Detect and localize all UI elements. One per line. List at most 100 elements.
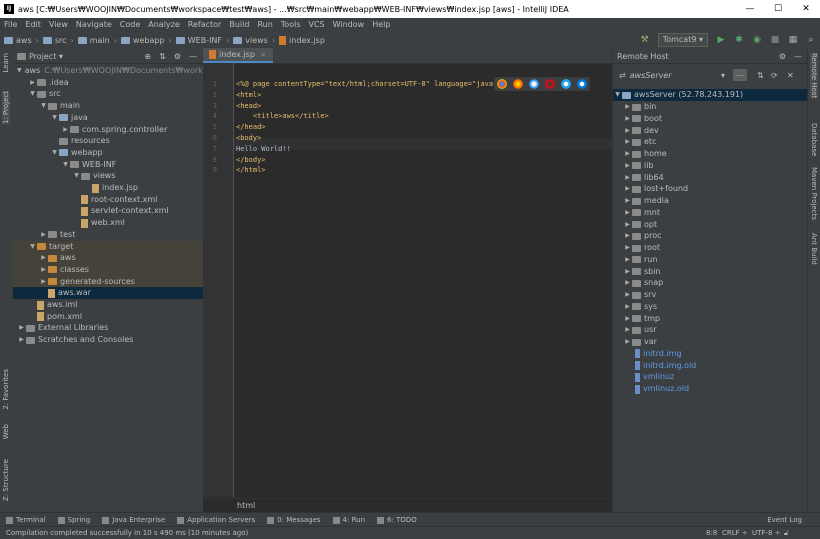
tool-application-servers[interactable]: Application Servers (177, 516, 255, 524)
expand-down-icon[interactable]: ▼ (39, 100, 48, 112)
remote-folder[interactable]: ▶ var (613, 336, 808, 348)
close-icon[interactable]: ✕ (787, 71, 794, 80)
expand-down-icon[interactable]: ▼ (17, 65, 22, 77)
tree-item[interactable]: ▶ com.spring.controller (13, 124, 203, 136)
structure-tab[interactable]: Z: Structure (2, 459, 10, 501)
remote-folder[interactable]: ▶ dev (613, 125, 808, 137)
breadcrumb-item[interactable]: main › (77, 36, 121, 45)
remote-folder[interactable]: ▶ root (613, 242, 808, 254)
expand-down-icon[interactable]: ▼ (613, 89, 622, 101)
learn-tab[interactable]: Learn (2, 53, 10, 73)
chrome-icon[interactable] (497, 79, 507, 89)
remote-folder[interactable]: ▶ etc (613, 136, 808, 148)
chevron-right-icon[interactable]: ▶ (623, 254, 632, 266)
chevron-right-icon[interactable]: ▶ (39, 276, 48, 288)
line-separator[interactable]: CRLF ÷ (722, 529, 748, 537)
tree-item[interactable]: ▼ java (13, 112, 203, 124)
code-line[interactable]: <body> (236, 134, 261, 142)
web-tab[interactable]: Web (2, 424, 10, 439)
tool-spring[interactable]: Spring (57, 516, 90, 524)
remote-folder[interactable]: ▶ boot (613, 113, 808, 125)
menu-window[interactable]: Window (329, 20, 369, 29)
chevron-right-icon[interactable]: ▶ (623, 207, 632, 219)
chevron-right-icon[interactable]: ▶ (623, 101, 632, 113)
tree-item[interactable]: ▶ test (13, 229, 203, 241)
remote-root[interactable]: ▼ awsServer (52.78.243.191) (613, 89, 808, 101)
opera-icon[interactable] (545, 79, 555, 89)
code-line[interactable]: <title>aws</title> (236, 112, 329, 120)
lock-icon[interactable]: 🔓︎ (784, 529, 789, 538)
safari-icon[interactable] (529, 79, 539, 89)
file-encoding[interactable]: UTF-8 ÷ (752, 529, 781, 537)
coverage-icon[interactable]: ◉ (751, 34, 763, 46)
menu-file[interactable]: File (0, 20, 21, 29)
database-tab[interactable]: Database (810, 123, 818, 156)
tree-item[interactable]: ▼ src (13, 88, 203, 100)
chevron-right-icon[interactable]: ▶ (623, 277, 632, 289)
remote-host-tab[interactable]: Remote Host (810, 53, 818, 99)
tree-item[interactable]: ▼ webapp (13, 147, 203, 159)
chevron-right-icon[interactable]: ▶ (623, 148, 632, 160)
menu-help[interactable]: Help (368, 20, 394, 29)
run-icon[interactable]: ▶ (715, 34, 727, 46)
remote-folder[interactable]: ▶ lib (613, 160, 808, 172)
remote-folder[interactable]: ▶ tmp (613, 313, 808, 325)
project-structure-icon[interactable]: ▦ (787, 34, 799, 46)
chevron-right-icon[interactable]: ▶ (623, 195, 632, 207)
remote-folder[interactable]: ▶ bin (613, 101, 808, 113)
remote-folder[interactable]: ▶ lib64 (613, 172, 808, 184)
tree-item[interactable]: pom.xml (13, 311, 203, 323)
menu-refactor[interactable]: Refactor (184, 20, 226, 29)
hammer-icon[interactable]: ⚒ (639, 34, 651, 46)
dropdown-icon[interactable]: ▾ (721, 71, 725, 80)
debug-icon[interactable]: ✱ (733, 34, 745, 46)
chevron-right-icon[interactable]: ▶ (623, 266, 632, 278)
chevron-right-icon[interactable]: ▶ (623, 324, 632, 336)
remote-folder[interactable]: ▶ lost+found (613, 183, 808, 195)
chevron-right-icon[interactable]: ▶ (623, 172, 632, 184)
close-tab-icon[interactable]: × (260, 50, 267, 59)
code-line[interactable]: <head> (236, 102, 261, 110)
tree-item[interactable]: ▶ .idea (13, 77, 203, 89)
breadcrumb-item[interactable]: WEB-INF › (175, 36, 234, 45)
gear-icon[interactable]: ⚙ (174, 52, 181, 61)
remote-folder[interactable]: ▶ home (613, 148, 808, 160)
chevron-right-icon[interactable]: ▶ (39, 252, 48, 264)
expand-down-icon[interactable]: ▼ (28, 241, 37, 253)
tree-item[interactable]: aws.war (13, 287, 203, 300)
stop-icon[interactable]: ■ (769, 34, 781, 46)
locate-icon[interactable]: ⊕ (144, 52, 151, 61)
remote-file[interactable]: initrd.img.old (613, 360, 808, 372)
tree-item[interactable]: ▼ main (13, 100, 203, 112)
ant-build-tab[interactable]: Ant Build (810, 233, 818, 265)
tree-item[interactable]: ▼ target (13, 240, 203, 253)
minimize-button[interactable]: — (736, 0, 764, 18)
caret-position[interactable]: 8:8 (706, 529, 717, 537)
tree-item[interactable]: ▼awsC:₩Users₩WOOJIN₩Documents₩workspace₩… (13, 65, 203, 77)
tab-index-jsp[interactable]: index.jsp × (203, 48, 273, 63)
breadcrumb-item[interactable]: webapp › (120, 36, 176, 45)
chevron-right-icon[interactable]: ▶ (623, 336, 632, 348)
maven-tab[interactable]: Maven Projects (810, 167, 818, 220)
tree-item[interactable]: ▶ Scratches and Consoles (13, 334, 203, 346)
tree-item[interactable]: resources (13, 135, 203, 147)
menu-navigate[interactable]: Navigate (72, 20, 116, 29)
menu-analyze[interactable]: Analyze (144, 20, 184, 29)
expand-down-icon[interactable]: ▼ (72, 170, 81, 182)
breadcrumb-item[interactable]: views › (233, 36, 279, 45)
chevron-right-icon[interactable]: ▶ (623, 160, 632, 172)
chevron-right-icon[interactable]: ▶ (623, 242, 632, 254)
event-log-button[interactable]: Event Log (767, 516, 802, 524)
search-icon[interactable]: ⌕ (805, 34, 817, 46)
tree-item[interactable]: servlet-context.xml (13, 205, 203, 217)
chevron-right-icon[interactable]: ▶ (623, 113, 632, 125)
chevron-right-icon[interactable]: ▶ (623, 183, 632, 195)
chevron-right-icon[interactable]: ▶ (61, 124, 70, 136)
remote-folder[interactable]: ▶ media (613, 195, 808, 207)
menu-edit[interactable]: Edit (21, 20, 45, 29)
expand-down-icon[interactable]: ▼ (50, 147, 59, 159)
breadcrumb-item[interactable]: index.jsp (279, 35, 325, 45)
tree-item[interactable]: index.jsp (13, 182, 203, 194)
tree-item[interactable]: aws.iml (13, 299, 203, 311)
tree-item[interactable]: ▶ External Libraries (13, 322, 203, 334)
